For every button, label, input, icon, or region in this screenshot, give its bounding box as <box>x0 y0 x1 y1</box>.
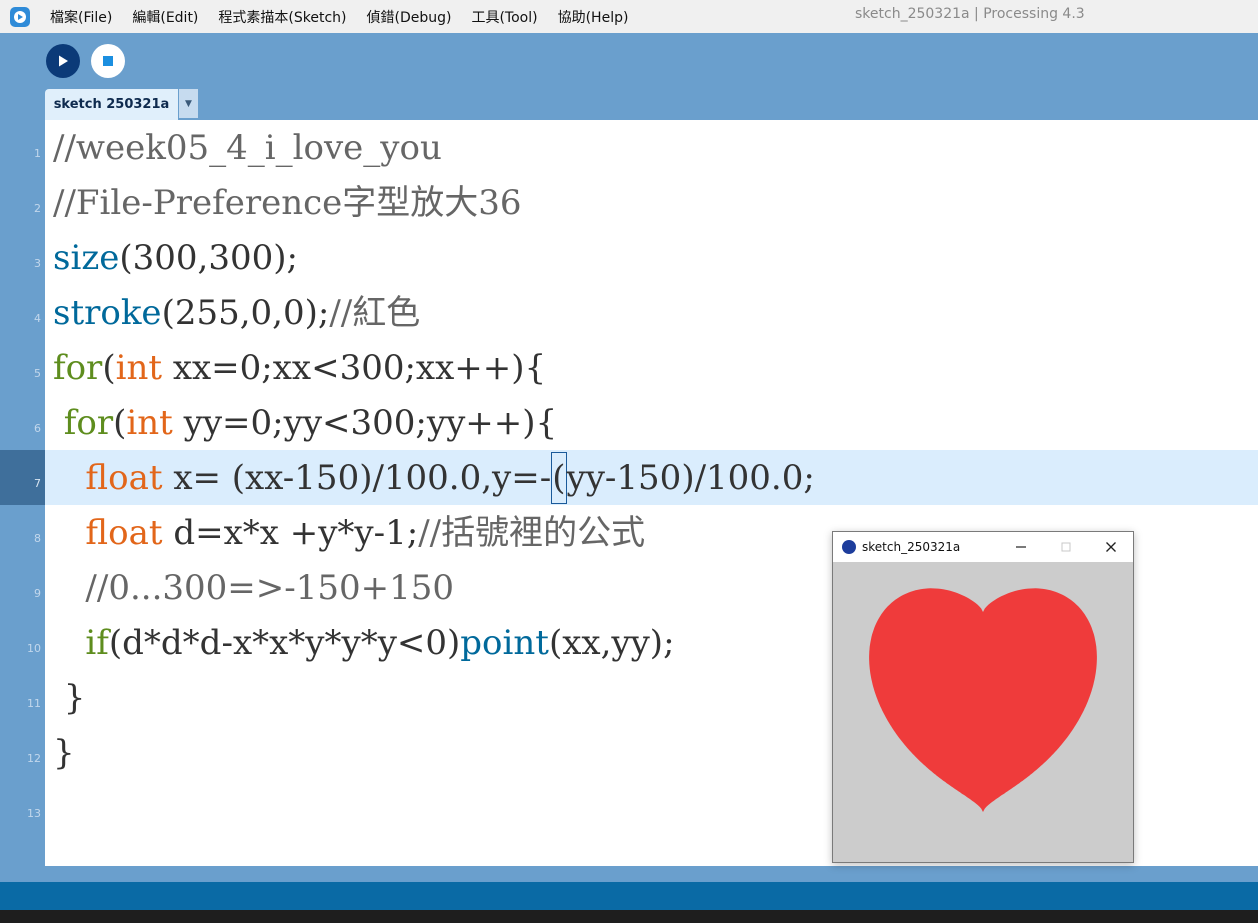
code-token: int <box>115 348 163 388</box>
line-number: 4 <box>34 312 41 325</box>
code-line: for(int xx=0;xx<300;xx++){ <box>53 341 546 396</box>
processing-logo-icon <box>10 6 30 27</box>
line-number: 11 <box>27 697 41 710</box>
code-token: ( <box>113 403 127 443</box>
code-token: //括號裡的公式 <box>418 513 646 553</box>
stop-icon <box>103 56 113 66</box>
line-number: 3 <box>34 257 41 270</box>
line-number: 2 <box>34 202 41 215</box>
line-number: 12 <box>27 752 41 765</box>
sketch-window-titlebar[interactable]: sketch_250321a <box>833 532 1133 562</box>
line-number: 13 <box>27 807 41 820</box>
minimize-icon <box>1015 546 1026 548</box>
menu-help[interactable]: 協助(Help) <box>548 7 639 27</box>
code-token: //File-Preference字型放大36 <box>53 183 522 223</box>
menu-file[interactable]: 檔案(File) <box>40 7 122 27</box>
code-token: if <box>53 623 109 663</box>
window-title: sketch_250321a | Processing 4.3 <box>855 6 1085 22</box>
code-token: (300,300); <box>119 238 298 278</box>
code-token: int <box>126 403 173 443</box>
maximize-button[interactable] <box>1043 532 1088 562</box>
line-number: 10 <box>27 642 41 655</box>
toolbar <box>0 33 1258 88</box>
editor-bottom-bar <box>0 866 1258 882</box>
sketch-canvas[interactable] <box>833 562 1133 862</box>
code-token: (255,0,0); <box>161 293 330 333</box>
run-button[interactable] <box>46 44 80 78</box>
status-bar <box>0 882 1258 910</box>
console-area <box>0 910 1258 923</box>
line-number: 7 <box>34 477 41 490</box>
sketch-window-title: sketch_250321a <box>862 540 961 554</box>
sketch-output-window[interactable]: sketch_250321a <box>832 531 1134 863</box>
play-icon <box>59 55 68 67</box>
heart-path <box>869 588 1097 812</box>
text-cursor-bracket: ( <box>551 452 567 504</box>
code-token: } <box>53 678 86 718</box>
line-number: 5 <box>34 367 41 380</box>
tab-menu-chevron-down-icon[interactable]: ▼ <box>179 89 198 118</box>
code-token: size <box>53 238 120 278</box>
code-token: (xx,yy); <box>548 623 675 663</box>
code-line: for(int yy=0;yy<300;yy++){ <box>53 396 557 451</box>
processing-app-icon <box>842 540 856 554</box>
close-button[interactable] <box>1088 532 1133 562</box>
menu-debug[interactable]: 偵錯(Debug) <box>357 7 462 27</box>
tab-bar: sketch 250321a ▼ <box>0 88 1258 120</box>
code-line: //0...300=>-150+150 <box>53 561 454 616</box>
heart-shape <box>869 588 1097 812</box>
stop-button[interactable] <box>91 44 125 78</box>
code-token: x= (xx-150)/100.0,y=- <box>162 458 552 498</box>
code-token: //0...300=>-150+150 <box>53 568 455 608</box>
line-number: 1 <box>34 147 41 160</box>
code-token: for <box>53 348 103 388</box>
code-token: yy-150)/100.0; <box>566 458 815 498</box>
line-number: 8 <box>34 532 41 545</box>
code-token: d=x*x +y*y-1; <box>162 513 419 553</box>
code-line: //File-Preference字型放大36 <box>53 176 522 231</box>
code-token: point <box>460 623 549 663</box>
code-token: yy=0;yy<300;yy++){ <box>172 403 558 443</box>
code-token: float <box>53 458 163 498</box>
menu-tool[interactable]: 工具(Tool) <box>461 7 547 27</box>
code-token: for <box>53 403 114 443</box>
minimize-button[interactable] <box>998 532 1043 562</box>
line-number: 6 <box>34 422 41 435</box>
code-token: stroke <box>53 293 162 333</box>
code-line: //week05_4_i_love_you <box>53 121 442 176</box>
maximize-icon <box>1061 542 1070 552</box>
code-line: } <box>53 726 75 781</box>
close-icon <box>1105 542 1116 552</box>
code-token: (d*d*d-x*x*y*y*y<0) <box>108 623 461 663</box>
menu-edit[interactable]: 編輯(Edit) <box>122 7 208 27</box>
code-line: size(300,300); <box>53 231 298 286</box>
tab-sketch[interactable]: sketch 250321a <box>45 89 178 120</box>
code-token: float <box>53 513 163 553</box>
code-token: } <box>53 733 75 773</box>
code-line: } <box>53 671 86 726</box>
code-token: xx=0;xx<300;xx++){ <box>162 348 547 388</box>
line-number: 9 <box>34 587 41 600</box>
code-line: if(d*d*d-x*x*y*y*y<0)point(xx,yy); <box>53 616 675 671</box>
code-token: ( <box>102 348 116 388</box>
code-token: //紅色 <box>329 293 421 333</box>
menu-bar: 檔案(File) 編輯(Edit) 程式素描本(Sketch) 偵錯(Debug… <box>0 0 1258 33</box>
code-line: stroke(255,0,0);//紅色 <box>53 286 420 341</box>
menu-sketch[interactable]: 程式素描本(Sketch) <box>208 7 356 27</box>
code-token: //week05_4_i_love_you <box>53 128 442 168</box>
code-line: float d=x*x +y*y-1;//括號裡的公式 <box>53 506 645 561</box>
code-line: float x= (xx-150)/100.0,y=-(yy-150)/100.… <box>53 451 815 506</box>
